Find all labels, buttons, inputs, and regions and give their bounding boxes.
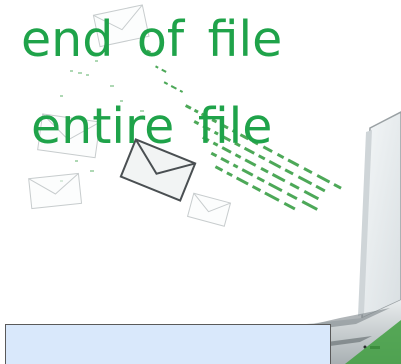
caption-line-entire-file: entire file: [31, 98, 273, 155]
caption-line-end-of-file: end of file: [21, 11, 283, 68]
text-box[interactable]: [5, 324, 331, 364]
slide-canvas: end of file entire file: [0, 0, 401, 364]
